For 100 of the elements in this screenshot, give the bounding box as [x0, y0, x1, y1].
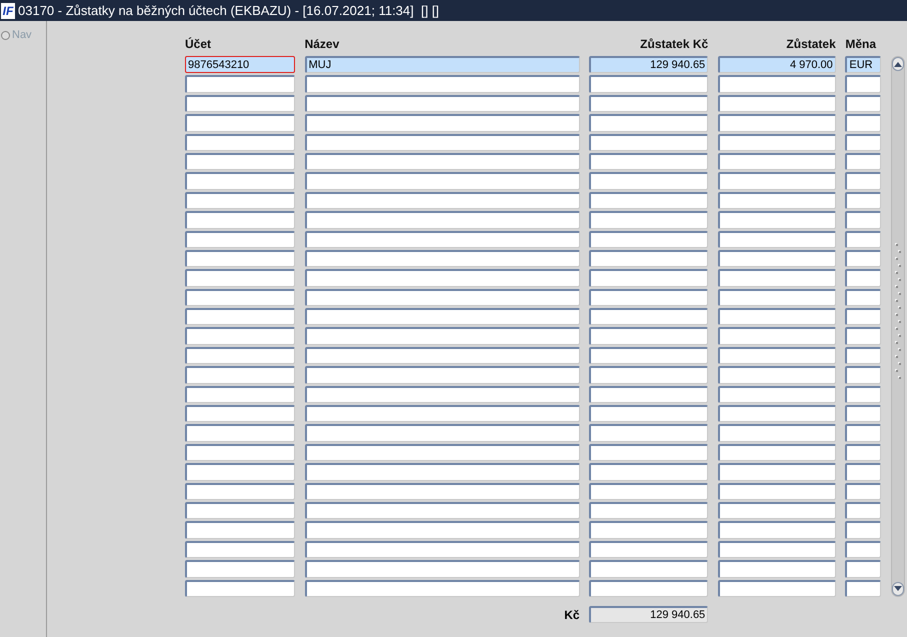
table-cell[interactable] [845, 172, 882, 190]
table-cell[interactable] [589, 250, 708, 268]
table-cell[interactable] [589, 424, 708, 442]
table-cell[interactable] [304, 269, 580, 287]
table-cell[interactable] [845, 424, 882, 442]
table-cell[interactable] [185, 114, 295, 132]
table-cell[interactable] [718, 366, 836, 384]
table-cell[interactable] [718, 346, 836, 364]
table-cell[interactable] [718, 521, 836, 539]
table-cell[interactable] [304, 288, 580, 306]
table-cell[interactable] [718, 308, 836, 326]
table-cell[interactable] [185, 405, 295, 422]
table-cell[interactable] [589, 75, 708, 93]
table-cell[interactable] [185, 269, 295, 287]
table-cell[interactable] [304, 75, 580, 93]
table-cell[interactable]: EUR [845, 56, 882, 74]
table-cell[interactable] [185, 134, 295, 151]
table-cell[interactable] [718, 560, 836, 578]
table-cell[interactable] [845, 386, 882, 404]
table-cell[interactable] [304, 250, 580, 268]
table-cell[interactable] [718, 134, 836, 151]
table-cell[interactable] [185, 366, 295, 384]
table-cell[interactable] [718, 75, 836, 93]
table-cell[interactable] [185, 211, 295, 229]
table-cell[interactable] [185, 94, 295, 112]
table-cell[interactable] [718, 463, 836, 481]
table-cell[interactable] [718, 114, 836, 132]
table-cell[interactable] [845, 502, 882, 520]
table-cell[interactable] [589, 152, 708, 170]
table-cell[interactable] [185, 308, 295, 326]
table-cell[interactable] [718, 482, 836, 500]
table-cell[interactable] [185, 502, 295, 520]
table-cell[interactable] [589, 366, 708, 384]
table-cell[interactable] [718, 192, 836, 210]
table-cell[interactable] [185, 580, 295, 597]
table-cell[interactable] [185, 230, 295, 248]
table-cell[interactable] [304, 230, 580, 248]
table-cell[interactable] [845, 521, 882, 539]
table-cell[interactable] [718, 502, 836, 520]
table-cell[interactable] [845, 250, 882, 268]
table-cell[interactable] [845, 134, 882, 151]
table-cell[interactable] [718, 444, 836, 462]
table-cell[interactable] [718, 94, 836, 112]
table-cell[interactable] [589, 346, 708, 364]
table-cell[interactable] [304, 366, 580, 384]
table-cell[interactable] [589, 192, 708, 210]
table-cell[interactable] [845, 327, 882, 345]
table-cell[interactable] [304, 444, 580, 462]
table-cell[interactable] [589, 308, 708, 326]
table-cell[interactable] [304, 482, 580, 500]
table-cell[interactable] [718, 230, 836, 248]
table-cell[interactable] [589, 444, 708, 462]
table-cell[interactable] [185, 540, 295, 558]
table-cell[interactable] [185, 172, 295, 190]
table-cell[interactable] [845, 366, 882, 384]
table-cell[interactable] [845, 152, 882, 170]
table-cell[interactable] [589, 114, 708, 132]
table-cell[interactable] [845, 444, 882, 462]
table-cell[interactable] [589, 211, 708, 229]
table-cell[interactable] [304, 94, 580, 112]
table-cell[interactable] [589, 230, 708, 248]
table-cell[interactable] [845, 114, 882, 132]
table-cell[interactable] [304, 152, 580, 170]
table-cell[interactable] [589, 540, 708, 558]
table-cell[interactable] [185, 444, 295, 462]
table-cell[interactable] [185, 288, 295, 306]
table-cell[interactable] [718, 250, 836, 268]
table-cell[interactable] [845, 560, 882, 578]
table-cell[interactable] [589, 580, 708, 597]
table-cell[interactable] [589, 288, 708, 306]
table-cell[interactable] [589, 94, 708, 112]
table-cell[interactable] [718, 172, 836, 190]
table-cell[interactable] [185, 482, 295, 500]
table-cell[interactable] [589, 269, 708, 287]
table-cell[interactable] [304, 346, 580, 364]
table-cell[interactable] [845, 405, 882, 422]
table-cell[interactable] [589, 405, 708, 422]
table-cell[interactable] [845, 540, 882, 558]
table-cell[interactable] [185, 327, 295, 345]
table-cell[interactable] [845, 482, 882, 500]
table-cell[interactable] [718, 152, 836, 170]
table-cell[interactable] [589, 327, 708, 345]
table-cell[interactable] [185, 346, 295, 364]
table-cell[interactable] [304, 463, 580, 481]
scrollbar[interactable] [890, 56, 905, 597]
table-cell[interactable] [304, 521, 580, 539]
table-cell[interactable] [304, 308, 580, 326]
table-cell[interactable]: MUJ [304, 56, 580, 74]
table-cell[interactable] [589, 502, 708, 520]
table-cell[interactable]: 4 970.00 [718, 56, 836, 74]
table-cell[interactable] [304, 327, 580, 345]
table-cell[interactable] [304, 560, 580, 578]
table-cell[interactable] [185, 192, 295, 210]
table-cell[interactable]: 9876543210 [185, 56, 295, 74]
table-cell[interactable] [718, 405, 836, 422]
table-cell[interactable] [589, 482, 708, 500]
table-cell[interactable] [718, 327, 836, 345]
table-cell[interactable] [304, 172, 580, 190]
table-cell[interactable] [304, 405, 580, 422]
table-cell[interactable] [589, 386, 708, 404]
